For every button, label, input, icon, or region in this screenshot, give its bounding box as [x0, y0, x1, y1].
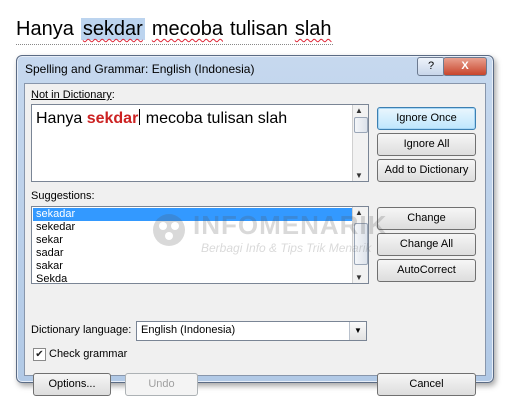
- doc-word[interactable]: slah: [295, 18, 332, 40]
- suggestion-item[interactable]: sakar: [33, 260, 354, 273]
- check-grammar-checkbox[interactable]: ✔: [33, 348, 46, 361]
- document-text[interactable]: Hanya sekdar mecoba tulisan slah: [16, 18, 339, 41]
- suggestion-item[interactable]: sekar: [33, 234, 354, 247]
- close-button[interactable]: X: [443, 57, 487, 76]
- suggestion-item[interactable]: sekedar: [33, 221, 354, 234]
- not-in-dictionary-textbox[interactable]: Hanya sekdar mecoba tulisan slah ▲ ▼: [31, 104, 369, 182]
- check-grammar-label[interactable]: Check grammar: [49, 348, 127, 360]
- doc-word[interactable]: Hanya: [16, 18, 74, 40]
- not-in-dictionary-label: Not in Dictionary:: [31, 89, 115, 101]
- context-scrollbar[interactable]: ▲ ▼: [352, 105, 368, 181]
- scroll-thumb[interactable]: [354, 223, 368, 265]
- dialog-titlebar[interactable]: Spelling and Grammar: English (Indonesia…: [17, 56, 493, 84]
- doc-word-selected[interactable]: sekdar: [80, 18, 145, 40]
- scroll-down-icon[interactable]: ▼: [355, 273, 363, 282]
- suggestions-scrollbar[interactable]: ▲ ▼: [352, 207, 368, 283]
- not-in-dictionary-text[interactable]: Hanya sekdar mecoba tulisan slah: [36, 109, 287, 128]
- scroll-up-icon[interactable]: ▲: [355, 208, 363, 217]
- suggestions-list[interactable]: sekadar sekedar sekar sadar sakar Sekda …: [31, 206, 369, 284]
- help-button[interactable]: ?: [417, 57, 445, 76]
- change-all-button[interactable]: Change All: [377, 233, 476, 256]
- dictionary-language-label: Dictionary language:: [31, 324, 132, 336]
- autocorrect-button[interactable]: AutoCorrect: [377, 259, 476, 282]
- suggestion-item-selected[interactable]: sekadar: [33, 208, 354, 221]
- ignore-all-button[interactable]: Ignore All: [377, 133, 476, 156]
- ignore-once-button[interactable]: Ignore Once: [377, 107, 476, 130]
- suggestion-item[interactable]: sadar: [33, 247, 354, 260]
- dictionary-language-value: English (Indonesia): [141, 324, 236, 336]
- scroll-thumb[interactable]: [354, 117, 368, 133]
- change-button[interactable]: Change: [377, 207, 476, 230]
- doc-word[interactable]: mecoba: [152, 18, 223, 40]
- chevron-down-icon[interactable]: ▼: [349, 322, 366, 340]
- spelling-grammar-dialog: Spelling and Grammar: English (Indonesia…: [16, 55, 494, 396]
- dialog-title: Spelling and Grammar: English (Indonesia…: [25, 62, 255, 76]
- suggestions-label: Suggestions:: [31, 190, 95, 202]
- scroll-up-icon[interactable]: ▲: [355, 106, 363, 115]
- context-text-before: Hanya: [36, 110, 87, 127]
- dialog-body: Not in Dictionary: Hanya sekdar mecoba t…: [24, 83, 486, 396]
- scroll-down-icon[interactable]: ▼: [355, 171, 363, 180]
- add-to-dictionary-button[interactable]: Add to Dictionary: [377, 159, 476, 182]
- doc-underline: [16, 44, 333, 45]
- context-text-after: mecoba tulisan slah: [141, 110, 288, 127]
- flagged-word: sekdar: [86, 110, 139, 127]
- cancel-button[interactable]: Cancel: [377, 373, 476, 396]
- dictionary-language-select[interactable]: English (Indonesia) ▼: [136, 321, 367, 341]
- undo-button: Undo: [125, 373, 198, 396]
- options-button[interactable]: Options...: [33, 373, 111, 396]
- suggestion-item[interactable]: Sekda: [33, 273, 354, 283]
- doc-word[interactable]: tulisan: [230, 18, 288, 40]
